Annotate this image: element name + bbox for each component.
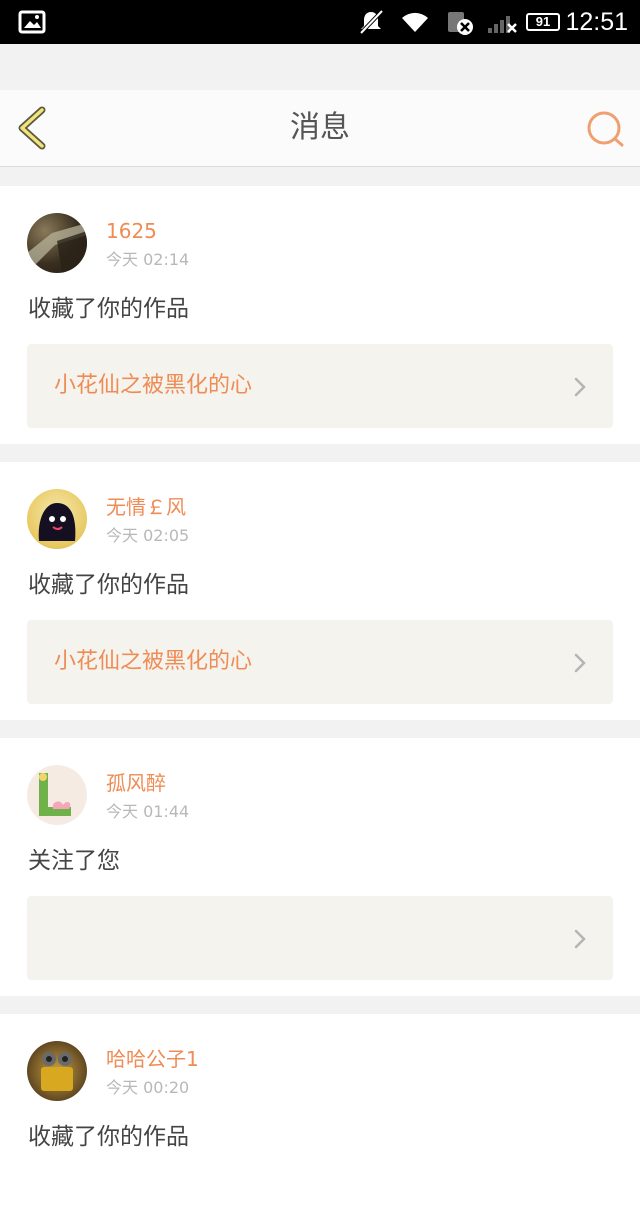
battery-level: 91 [535,14,551,29]
work-title: 小花仙之被黑化的心 [54,373,253,398]
work-title: 小花仙之被黑化的心 [54,649,253,674]
signal-icon [488,16,517,33]
username[interactable]: 哈哈公子1 [106,1047,199,1071]
message-card: 哈哈公子1 今天 00:20 收藏了你的作品 [0,1014,640,1214]
wifi-icon [402,12,428,32]
sim-error-icon [448,12,473,35]
action-text: 收藏了你的作品 [28,572,189,598]
avatar-image [27,223,87,273]
page-title: 消息 [290,110,350,145]
username[interactable]: 孤风醉 [106,771,166,795]
navigation-bar: 消息 [0,90,640,167]
chevron-right-icon [574,653,586,673]
top-spacer [0,44,640,90]
avatar[interactable] [27,213,87,273]
image-icon [18,10,46,34]
battery-icon: 91 [526,13,560,31]
avatar[interactable] [27,765,87,825]
avatar[interactable] [27,489,87,549]
timestamp: 今天 02:14 [106,250,190,269]
username[interactable]: 1625 [106,219,157,243]
chevron-right-icon [574,929,586,949]
clock: 12:51 [565,8,628,36]
avatar-image [38,503,76,541]
message-card: 孤风醉 今天 01:44 关注了您 [0,738,640,996]
search-icon[interactable] [584,108,626,150]
mute-icon [359,9,384,35]
username[interactable]: 无情￡风 [106,495,186,519]
message-card: 1625 今天 02:14 收藏了你的作品 小花仙之被黑化的心 [0,186,640,444]
work-link[interactable] [27,896,613,980]
avatar[interactable] [27,1041,87,1101]
message-card: 无情￡风 今天 02:05 收藏了你的作品 小花仙之被黑化的心 [0,462,640,720]
work-link[interactable]: 小花仙之被黑化的心 [27,620,613,704]
timestamp: 今天 00:20 [106,1078,190,1097]
status-bar: 91 12:51 [0,0,640,44]
avatar-image [39,773,71,816]
chevron-right-icon [574,377,586,397]
timestamp: 今天 02:05 [106,526,190,545]
avatar-image [41,1052,73,1091]
work-link[interactable]: 小花仙之被黑化的心 [27,344,613,428]
action-text: 收藏了你的作品 [28,296,189,322]
timestamp: 今天 01:44 [106,802,190,821]
action-text: 关注了您 [28,848,120,874]
action-text: 收藏了你的作品 [28,1124,189,1150]
